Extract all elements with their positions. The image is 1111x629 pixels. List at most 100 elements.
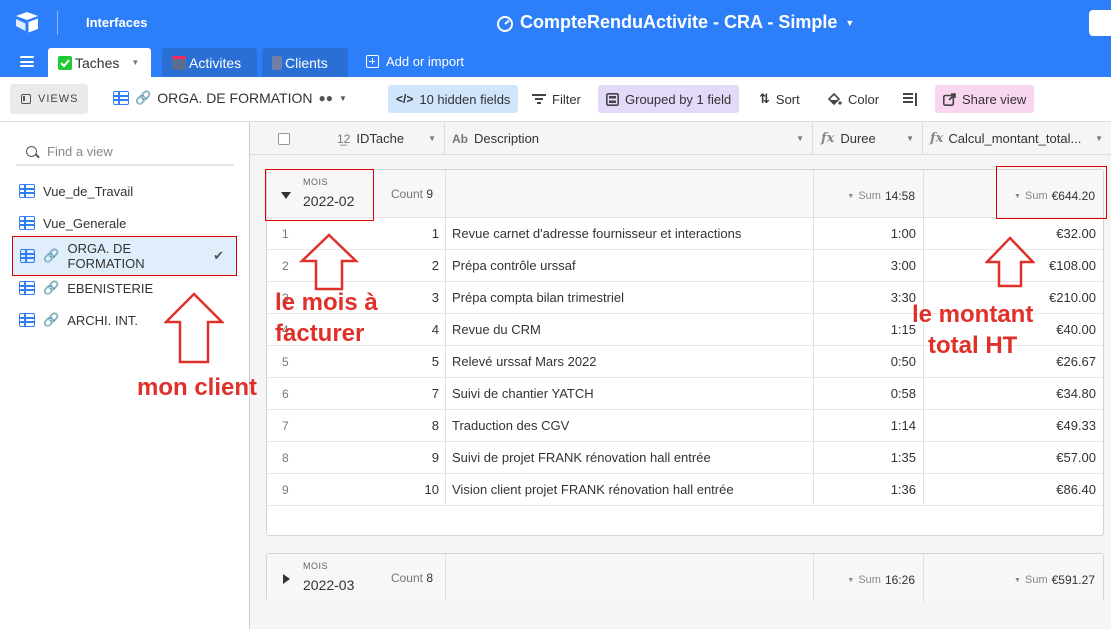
- checkmark-icon: ✔: [213, 248, 224, 263]
- count-value: 8: [426, 571, 433, 585]
- table-row[interactable]: 7 6 Suivi de chantier YATCH 0:58 €34.80: [267, 378, 1103, 410]
- share-icon: [943, 92, 956, 106]
- table-row[interactable]: 1 1 Revue carnet d'adresse fournisseur et …: [267, 218, 1103, 250]
- grid-view-icon: [19, 313, 35, 327]
- cell-duree[interactable]: 1:00: [814, 218, 924, 249]
- chevron-down-icon: ▼: [845, 17, 855, 28]
- views-toggle-button[interactable]: VIEWS: [10, 84, 88, 114]
- cell-duree[interactable]: 1:36: [814, 474, 924, 505]
- column-header-idtache[interactable]: 1̲2 IDTache ▼: [250, 122, 445, 155]
- interfaces-link[interactable]: Interfaces: [86, 15, 147, 30]
- chevron-down-icon[interactable]: ▼: [1095, 134, 1103, 143]
- airtable-logo-icon[interactable]: [14, 11, 40, 33]
- menu-icon[interactable]: [20, 56, 34, 67]
- view-switcher[interactable]: 🔗 ORGA. DE FORMATION ●● ▼: [113, 90, 347, 106]
- column-header-duree[interactable]: fx Duree ▼: [813, 122, 923, 155]
- table-row[interactable]: 8 7 Traduction des CGV 1:14 €49.33: [267, 410, 1103, 442]
- chevron-down-icon[interactable]: ▼: [796, 134, 804, 143]
- add-or-import-button[interactable]: Add or import: [366, 54, 464, 69]
- views-label: VIEWS: [38, 93, 79, 105]
- tab-label: Taches: [75, 54, 120, 71]
- table-row[interactable]: 10 9 Vision client projet FRANK rénovation…: [267, 474, 1103, 506]
- tab-activites[interactable]: Activites: [162, 48, 257, 77]
- cell-description[interactable]: Revue du CRM: [446, 314, 814, 345]
- cell-duree[interactable]: 0:58: [814, 378, 924, 409]
- group-label: Grouped by 1 field: [625, 91, 732, 107]
- expand-triangle-icon[interactable]: [283, 574, 290, 584]
- chevron-down-icon: ▼: [847, 576, 855, 584]
- cell-description[interactable]: Revue carnet d'adresse fournisseur et in…: [446, 218, 814, 249]
- cell-duree[interactable]: 1:14: [814, 410, 924, 441]
- row-number[interactable]: 8: [282, 442, 312, 473]
- cell-montant[interactable]: €34.80: [924, 378, 1103, 409]
- cell-description[interactable]: Suivi de chantier YATCH: [446, 378, 814, 409]
- column-label: IDTache: [356, 131, 405, 146]
- column-header-montant[interactable]: fx Calcul_montant_total... ▼: [923, 122, 1111, 155]
- cell-montant[interactable]: €86.40: [924, 474, 1103, 505]
- find-view-input[interactable]: Find a view: [16, 138, 234, 166]
- gauge-icon: [497, 15, 513, 32]
- cell-description[interactable]: Suivi de projet FRANK rénovation hall en…: [446, 442, 814, 473]
- cell-description[interactable]: Traduction des CGV: [446, 410, 814, 441]
- tab-taches[interactable]: Taches ▼: [48, 48, 151, 77]
- table-row[interactable]: 2 2 Prépa contrôle urssaf 3:00 €108.00: [267, 250, 1103, 282]
- group-summary-duree[interactable]: ▼ Sum 14:58: [814, 170, 924, 218]
- count-value: 9: [426, 187, 433, 201]
- find-view-placeholder: Find a view: [47, 143, 113, 159]
- chevron-down-icon[interactable]: ▼: [906, 134, 914, 143]
- cell-description[interactable]: Vision client projet FRANK rénovation ha…: [446, 474, 814, 505]
- cell-montant[interactable]: €49.33: [924, 410, 1103, 441]
- link-icon: 🔗: [43, 280, 60, 295]
- share-view-label: Share view: [962, 91, 1027, 107]
- row-number[interactable]: 7: [282, 410, 312, 441]
- chevron-down-icon[interactable]: ▼: [428, 134, 436, 143]
- group-2022-03: MOIS 2022-03 Count 8 ▼ Sum 16:26 ▼ Sum €591.…: [266, 553, 1104, 602]
- cell-montant[interactable]: €57.00: [924, 442, 1103, 473]
- row-height-icon: [903, 92, 917, 106]
- annotation-text: le mois à: [275, 289, 378, 316]
- cell-duree[interactable]: 1:15: [814, 314, 924, 345]
- base-title-text: CompteRenduActivite - CRA - Simple: [520, 12, 838, 32]
- group-summary-duree[interactable]: ▼ Sum 16:26: [814, 554, 924, 602]
- sidebar-item-label: Vue_de_Travail: [43, 183, 134, 199]
- group-button[interactable]: Grouped by 1 field: [598, 85, 740, 113]
- chevron-down-icon[interactable]: ▼: [131, 58, 139, 67]
- row-number[interactable]: 6: [282, 378, 312, 409]
- filter-label: Filter: [552, 91, 581, 107]
- group-header[interactable]: MOIS 2022-03 Count 8 ▼ Sum 16:26 ▼ Sum €591.…: [267, 554, 1103, 602]
- row-number[interactable]: 9: [282, 474, 312, 505]
- sidebar-item-vue-de-travail[interactable]: Vue_de_Travail: [12, 175, 237, 207]
- group-header[interactable]: MOIS 2022-02 Count 9 ▼ Sum 14:58 ▼ Sum €644.…: [267, 170, 1103, 218]
- share-view-button[interactable]: Share view: [935, 85, 1035, 113]
- column-header-description[interactable]: Ab Description ▼: [445, 122, 813, 155]
- column-label: Description: [474, 131, 540, 146]
- sidebar-item-vue-generale[interactable]: Vue_Generale: [12, 207, 237, 239]
- column-label: Duree: [840, 131, 876, 146]
- color-button[interactable]: Color: [819, 85, 887, 113]
- hide-fields-button[interactable]: </> 10 hidden fields: [388, 85, 519, 113]
- table-icon: [172, 55, 186, 70]
- account-button[interactable]: [1089, 10, 1111, 36]
- group-field-label: MOIS: [303, 561, 329, 571]
- row-height-button[interactable]: [895, 85, 926, 113]
- sidebar-item-orga-de-formation[interactable]: 🔗 ORGA. DE FORMATION ✔: [12, 236, 237, 276]
- cell-duree[interactable]: 3:30: [814, 282, 924, 313]
- sidebar-item-label: EBENISTERIE: [67, 280, 154, 296]
- base-title[interactable]: CompteRenduActivite - CRA - Simple ▼: [496, 12, 854, 33]
- cell-description[interactable]: Prépa contrôle urssaf: [446, 250, 814, 281]
- select-all-checkbox[interactable]: [278, 132, 290, 145]
- sidebar-item-label: ARCHI. INT.: [67, 312, 138, 328]
- cell-description[interactable]: Prépa compta bilan trimestriel: [446, 282, 814, 313]
- group-icon: [606, 92, 619, 106]
- group-summary-montant[interactable]: ▼ Sum €591.27: [924, 554, 1103, 602]
- tab-clients[interactable]: Clients: [262, 48, 348, 77]
- table-row[interactable]: 9 8 Suivi de projet FRANK rénovation hall …: [267, 442, 1103, 474]
- grid-view-icon: [20, 249, 36, 263]
- filter-button[interactable]: Filter: [524, 85, 589, 113]
- cell-duree[interactable]: 0:50: [814, 346, 924, 377]
- cell-duree[interactable]: 1:35: [814, 442, 924, 473]
- sort-button[interactable]: ⇅ Sort: [751, 85, 808, 113]
- row-number[interactable]: 5: [282, 346, 312, 377]
- cell-duree[interactable]: 3:00: [814, 250, 924, 281]
- cell-description[interactable]: Relevé urssaf Mars 2022: [446, 346, 814, 377]
